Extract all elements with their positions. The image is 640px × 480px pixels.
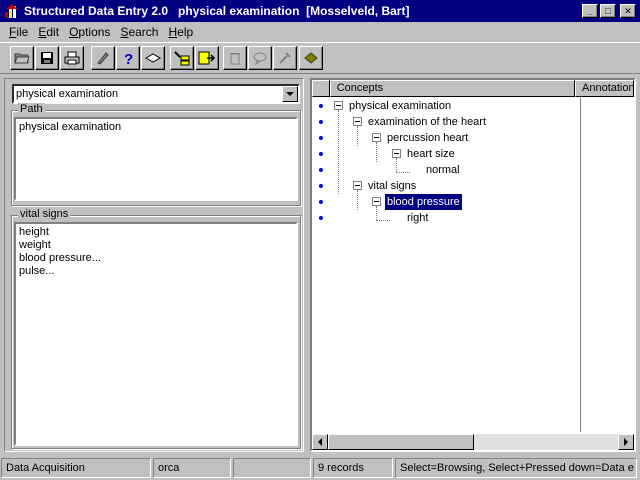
tree-row-physical-examination[interactable]: physical examination	[312, 98, 580, 114]
collapse-icon[interactable]	[353, 181, 362, 190]
bullet-icon	[319, 104, 323, 108]
app-icon	[4, 3, 20, 19]
scrollbar-thumb[interactable]	[328, 434, 474, 450]
scroll-right-icon[interactable]	[618, 434, 634, 450]
menu-options[interactable]: Options	[64, 25, 115, 39]
list-item[interactable]: pulse...	[19, 265, 293, 278]
tree-label: normal	[426, 164, 460, 176]
tree: physical examination examination of the …	[312, 97, 580, 432]
scroll-left-icon[interactable]	[312, 434, 328, 450]
column-annotation[interactable]: Annotation	[575, 80, 634, 97]
bullet-icon	[319, 136, 323, 140]
title-bar: Structured Data Entry 2.0 physical exami…	[0, 0, 640, 22]
tree-row-examination-heart[interactable]: examination of the heart	[312, 114, 580, 130]
concept-combo[interactable]: physical examination	[12, 84, 300, 104]
horizontal-scrollbar[interactable]	[312, 434, 634, 450]
menu-edit[interactable]: Edit	[33, 25, 64, 39]
list-item[interactable]: blood pressure...	[19, 252, 293, 265]
minimize-button[interactable]: _	[582, 4, 598, 18]
collapse-icon[interactable]	[372, 133, 381, 142]
window-title: Structured Data Entry 2.0 physical exami…	[24, 4, 410, 18]
bullet-icon	[319, 184, 323, 188]
collapse-icon[interactable]	[334, 101, 343, 110]
collapse-icon[interactable]	[392, 149, 401, 158]
close-button[interactable]: ✕	[620, 4, 636, 18]
trash-icon[interactable]	[223, 46, 247, 70]
tree-row-blood-pressure[interactable]: blood pressure	[312, 194, 580, 210]
list-item[interactable]: weight	[19, 239, 293, 252]
tree-row-heart-size[interactable]: heart size	[312, 146, 580, 162]
open-folder-icon[interactable]	[10, 46, 34, 70]
menu-file[interactable]: File	[4, 25, 33, 39]
tree-label: heart size	[407, 148, 455, 160]
tree-label: vital signs	[368, 180, 417, 192]
status-bar: Data Acquisition orca 9 records Select=B…	[0, 456, 640, 480]
menu-bar: File Edit Options Search Help	[0, 22, 640, 42]
toolbar: ?	[0, 42, 640, 74]
menu-search[interactable]: Search	[115, 25, 163, 39]
pencil-icon[interactable]	[91, 46, 115, 70]
tree-label: percussion heart	[387, 132, 469, 144]
list-item[interactable]: height	[19, 226, 293, 239]
collapse-icon[interactable]	[372, 197, 381, 206]
menu-help[interactable]: Help	[163, 25, 198, 39]
left-panel: physical examination Path physical exami…	[4, 78, 304, 452]
tree-label: examination of the heart	[368, 116, 487, 128]
path-textbox[interactable]: physical examination	[14, 117, 298, 201]
tag-icon[interactable]	[299, 46, 323, 70]
path-group: Path physical examination	[11, 103, 301, 206]
path-text: physical examination	[19, 121, 122, 133]
bullet-icon	[319, 200, 323, 204]
bullet-icon	[319, 216, 323, 220]
book-icon[interactable]	[141, 46, 165, 70]
tree-row-vital-signs[interactable]: vital signs	[312, 178, 580, 194]
combo-value: physical examination	[16, 88, 119, 100]
svg-text:?: ?	[124, 51, 133, 66]
maximize-button[interactable]: □	[600, 4, 616, 18]
tree-select-icon[interactable]	[170, 46, 194, 70]
vital-signs-group: vital signs height weight blood pressure…	[11, 208, 301, 449]
vital-signs-label: vital signs	[18, 208, 71, 220]
concept-tree-panel: Concepts Annotation physical examination…	[310, 78, 636, 452]
status-database: orca	[153, 458, 231, 478]
status-records: 9 records	[313, 458, 393, 478]
save-icon[interactable]	[35, 46, 59, 70]
bullet-icon	[319, 120, 323, 124]
path-label: Path	[18, 103, 45, 115]
tree-row-percussion-heart[interactable]: percussion heart	[312, 130, 580, 146]
column-concepts[interactable]: Concepts	[329, 80, 575, 97]
tree-label-selected: blood pressure	[385, 194, 462, 210]
vital-signs-list[interactable]: height weight blood pressure... pulse...	[14, 222, 298, 446]
status-blank	[233, 458, 311, 478]
header-bullet-col	[312, 80, 330, 97]
document-arrow-icon[interactable]	[195, 46, 219, 70]
tree-row-right[interactable]: right	[312, 210, 580, 226]
tool-icon[interactable]	[273, 46, 297, 70]
tree-row-normal[interactable]: normal	[312, 162, 580, 178]
tree-label: right	[407, 212, 429, 224]
tree-label: physical examination	[349, 100, 452, 112]
bullet-icon	[319, 152, 323, 156]
collapse-icon[interactable]	[353, 117, 362, 126]
print-icon[interactable]	[60, 46, 84, 70]
chevron-down-icon[interactable]	[282, 86, 298, 102]
speech-bubble-icon[interactable]	[248, 46, 272, 70]
column-header: Concepts Annotation	[312, 80, 634, 97]
status-hint: Select=Browsing, Select+Pressed down=Dat…	[395, 458, 637, 478]
help-icon[interactable]: ?	[116, 46, 140, 70]
bullet-icon	[319, 168, 323, 172]
annotation-column-divider	[580, 97, 581, 432]
status-mode: Data Acquisition	[1, 458, 151, 478]
